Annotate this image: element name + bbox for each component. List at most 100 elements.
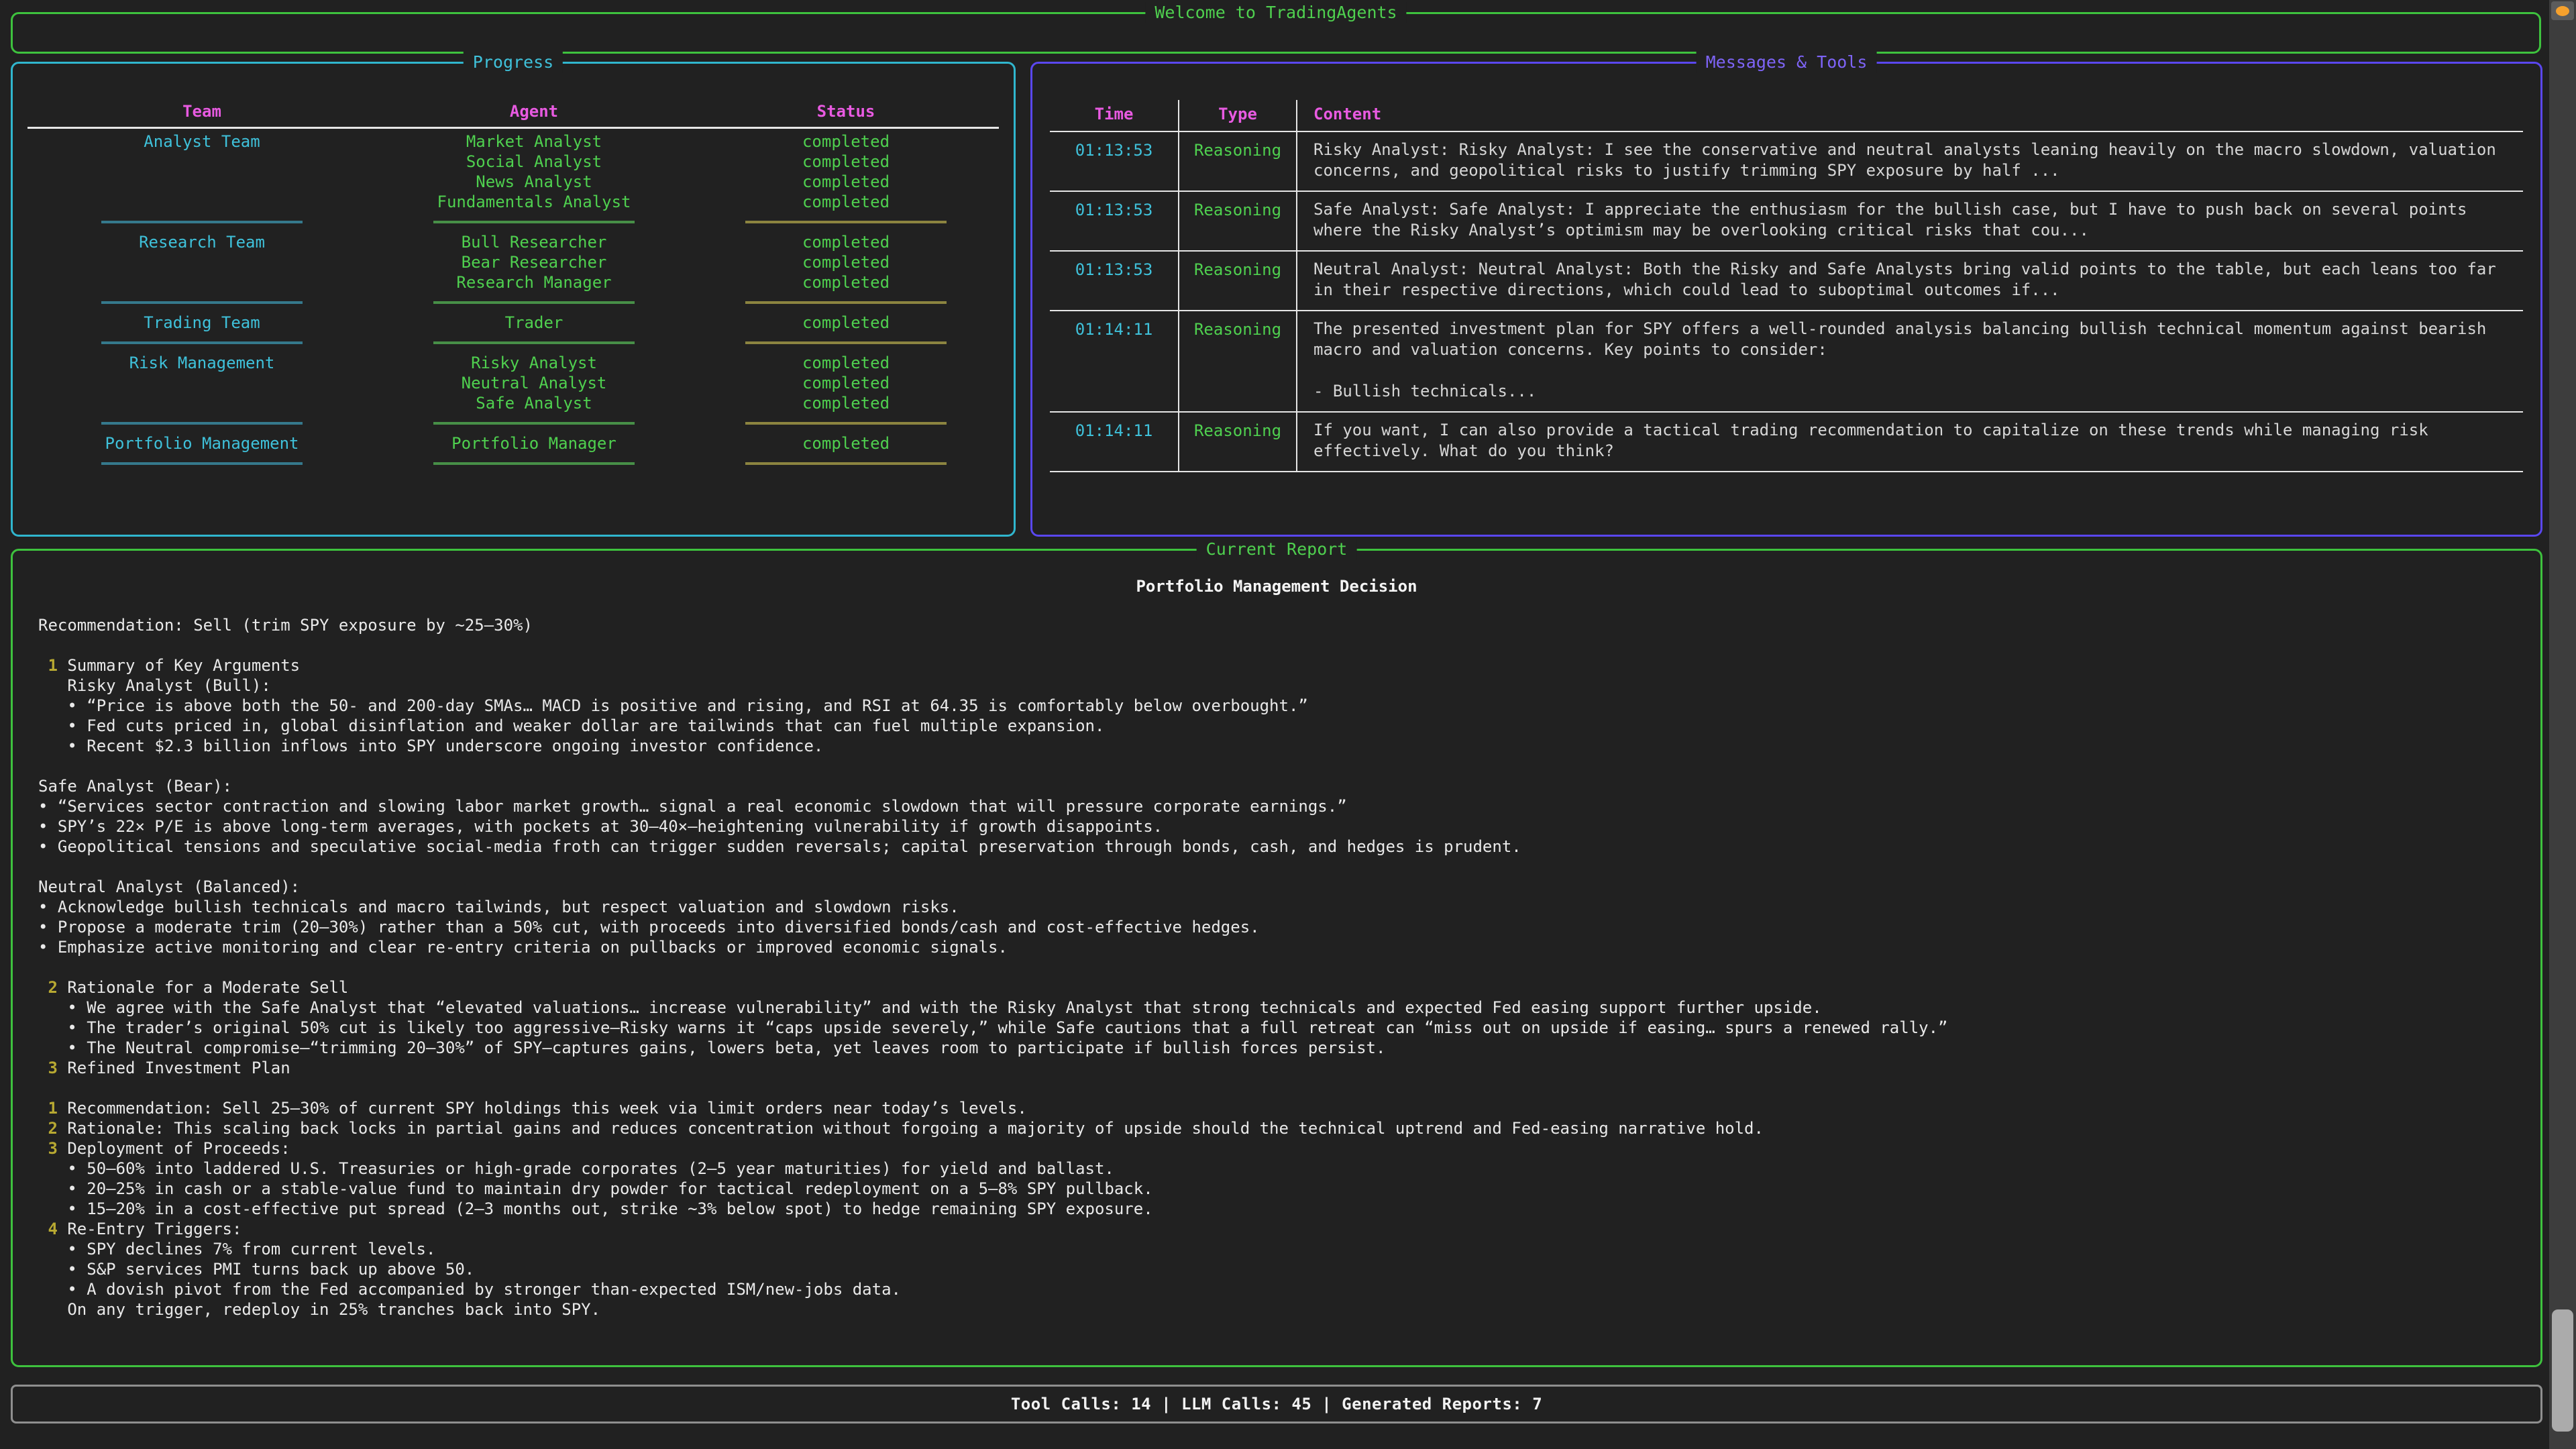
report-line: • SPY’s 22× P/E is above long-term avera… xyxy=(38,816,2514,837)
report-line-number: 2 xyxy=(48,978,57,997)
progress-row: Trading TeamTradercompleted xyxy=(28,313,999,333)
report-line-number: 1 xyxy=(48,1099,57,1118)
message-content: The presented investment plan for SPY of… xyxy=(1297,311,2523,413)
message-time: 01:14:11 xyxy=(1050,311,1179,413)
col-header-time: Time xyxy=(1050,100,1179,132)
status-cell: completed xyxy=(692,313,1000,333)
status-cell: completed xyxy=(692,152,1000,172)
status-cell: completed xyxy=(692,252,1000,272)
report-line: • Recent $2.3 billion inflows into SPY u… xyxy=(38,736,2514,756)
progress-row: Portfolio ManagementPortfolio Managercom… xyxy=(28,433,999,453)
report-line: • Geopolitical tensions and speculative … xyxy=(38,837,2514,857)
welcome-banner: Welcome to TradingAgents xyxy=(11,12,2541,54)
team-cell xyxy=(28,252,376,272)
message-type: Reasoning xyxy=(1179,132,1297,192)
message-content: If you want, I can also provide a tactic… xyxy=(1297,413,2523,472)
report-line: • “Services sector contraction and slowi… xyxy=(38,796,2514,816)
report-line xyxy=(38,957,2514,977)
report-line: • Fed cuts priced in, global disinflatio… xyxy=(38,716,2514,736)
report-panel-title: Current Report xyxy=(1197,539,1357,560)
status-separator-line xyxy=(745,301,947,304)
report-line: 2 Rationale: This scaling back locks in … xyxy=(38,1118,2514,1138)
report-line: • SPY declines 7% from current levels. xyxy=(38,1239,2514,1259)
report-line: • Acknowledge bullish technicals and mac… xyxy=(38,897,2514,917)
report-line-number: 3 xyxy=(48,1059,57,1077)
message-time: 01:13:53 xyxy=(1050,192,1179,252)
progress-row: Risk ManagementRisky Analystcompleted xyxy=(28,353,999,373)
agent-cell: Bear Researcher xyxy=(376,252,692,272)
agent-cell: Safe Analyst xyxy=(376,393,692,413)
team-cell: Portfolio Management xyxy=(28,433,376,453)
report-line: Recommendation: Sell (trim SPY exposure … xyxy=(38,615,2514,635)
report-line: 3 Deployment of Proceeds: xyxy=(38,1138,2514,1159)
progress-table-body: Analyst TeamMarket AnalystcompletedSocia… xyxy=(28,131,999,474)
welcome-title: Welcome to TradingAgents xyxy=(1145,2,1406,23)
report-line: 2 Rationale for a Moderate Sell xyxy=(38,977,2514,998)
status-separator-line xyxy=(745,341,947,344)
report-line-number: 4 xyxy=(48,1220,57,1238)
status-cell: completed xyxy=(692,131,1000,152)
report-line: • S&P services PMI turns back up above 5… xyxy=(38,1259,2514,1279)
report-line: 1 Recommendation: Sell 25–30% of current… xyxy=(38,1098,2514,1118)
agent-cell: Fundamentals Analyst xyxy=(376,192,692,212)
progress-row: Neutral Analystcompleted xyxy=(28,373,999,393)
message-content: Risky Analyst: Risky Analyst: I see the … xyxy=(1297,132,2523,192)
team-cell: Risk Management xyxy=(28,353,376,373)
report-line: • The trader’s original 50% cut is likel… xyxy=(38,1018,2514,1038)
report-line: • A dovish pivot from the Fed accompanie… xyxy=(38,1279,2514,1299)
team-separator-line xyxy=(101,462,303,465)
status-separator-line xyxy=(745,422,947,425)
col-header-status: Status xyxy=(692,101,1000,121)
report-line: Safe Analyst (Bear): xyxy=(38,776,2514,796)
team-cell xyxy=(28,373,376,393)
report-line xyxy=(38,756,2514,776)
agent-cell: Research Manager xyxy=(376,272,692,292)
messages-panel-title: Messages & Tools xyxy=(1697,52,1877,73)
report-line: 3 Refined Investment Plan xyxy=(38,1058,2514,1078)
agent-cell: Neutral Analyst xyxy=(376,373,692,393)
team-cell xyxy=(28,152,376,172)
group-separator xyxy=(28,212,999,232)
report-line: 1 Summary of Key Arguments xyxy=(38,655,2514,676)
status-cell: completed xyxy=(692,353,1000,373)
scrollbar[interactable] xyxy=(2549,0,2576,1449)
group-separator xyxy=(28,453,999,474)
status-cell: completed xyxy=(692,172,1000,192)
status-cell: completed xyxy=(692,393,1000,413)
message-time: 01:13:53 xyxy=(1050,132,1179,192)
agent-separator-line xyxy=(433,422,635,425)
report-heading: Portfolio Management Decision xyxy=(13,576,2540,596)
team-separator-line xyxy=(101,301,303,304)
status-separator-line xyxy=(745,462,947,465)
report-line: Neutral Analyst (Balanced): xyxy=(38,877,2514,897)
status-separator-line xyxy=(745,221,947,223)
messages-panel: Messages & Tools Time Type Content 01:13… xyxy=(1030,62,2542,537)
agent-cell: Market Analyst xyxy=(376,131,692,152)
agent-cell: Trader xyxy=(376,313,692,333)
report-line: • Emphasize active monitoring and clear … xyxy=(38,937,2514,957)
progress-row: Bear Researchercompleted xyxy=(28,252,999,272)
report-line: On any trigger, redeploy in 25% tranches… xyxy=(38,1299,2514,1320)
report-line: 4 Re-Entry Triggers: xyxy=(38,1219,2514,1239)
team-cell xyxy=(28,272,376,292)
scrollbar-thumb[interactable] xyxy=(2552,1309,2573,1432)
group-separator xyxy=(28,333,999,353)
team-separator-line xyxy=(101,341,303,344)
scrollbar-top-button[interactable] xyxy=(2551,1,2574,20)
progress-row: Social Analystcompleted xyxy=(28,152,999,172)
report-line: • 15–20% in a cost-effective put spread … xyxy=(38,1199,2514,1219)
report-line xyxy=(38,1078,2514,1098)
scroll-indicator-dot xyxy=(2556,6,2569,16)
messages-table[interactable]: Time Type Content 01:13:53ReasoningRisky… xyxy=(1050,100,2523,472)
message-content: Safe Analyst: Safe Analyst: I appreciate… xyxy=(1297,192,2523,252)
report-line: • 20–25% in cash or a stable-value fund … xyxy=(38,1179,2514,1199)
report-body[interactable]: Recommendation: Sell (trim SPY exposure … xyxy=(13,596,2540,1320)
report-line xyxy=(38,635,2514,655)
progress-row: Fundamentals Analystcompleted xyxy=(28,192,999,212)
status-cell: completed xyxy=(692,232,1000,252)
team-cell: Analyst Team xyxy=(28,131,376,152)
report-line-number: 3 xyxy=(48,1139,57,1158)
footer-stats-text: Tool Calls: 14 | LLM Calls: 45 | Generat… xyxy=(1011,1395,1542,1413)
progress-table-header: Team Agent Status xyxy=(28,101,999,121)
col-header-team: Team xyxy=(28,101,376,121)
